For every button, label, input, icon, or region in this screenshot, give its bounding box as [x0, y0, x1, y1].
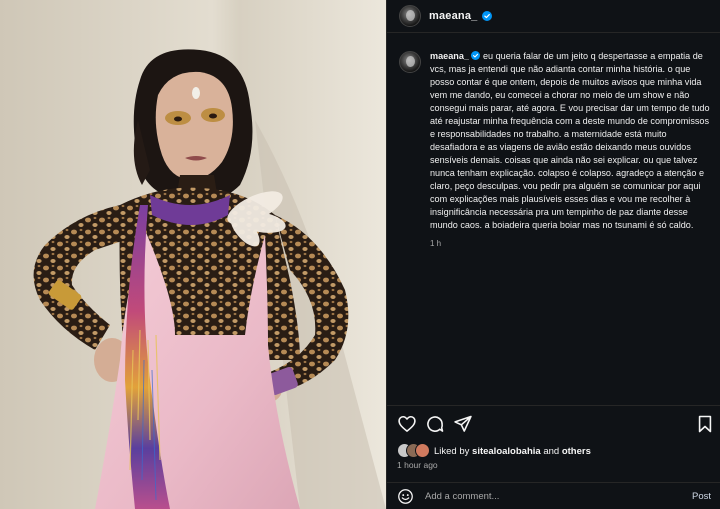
caption-time[interactable]: 1 h	[430, 237, 710, 250]
post-comment-button[interactable]: Post	[692, 491, 711, 502]
verified-badge-icon	[481, 11, 492, 21]
caption-text: eu queria falar de um jeito q despertass…	[430, 51, 710, 230]
caption-avatar[interactable]	[399, 51, 421, 73]
comment-bar: Post	[387, 482, 720, 509]
verified-badge-icon	[470, 51, 480, 60]
send-icon[interactable]	[453, 414, 473, 434]
post-details-panel: maeana_ maeana_ eu queria falar de um jei…	[386, 0, 720, 509]
post-header: maeana_	[387, 0, 720, 33]
bookmark-icon[interactable]	[695, 414, 715, 434]
liked-and: and	[543, 445, 560, 457]
post-photo[interactable]	[0, 0, 386, 509]
profile-avatar[interactable]	[399, 5, 421, 27]
likes-summary: Liked by sitealoalobahia and others	[397, 443, 591, 459]
caption: maeana_ eu queria falar de um jeito q des…	[430, 50, 710, 250]
heart-icon[interactable]	[397, 414, 417, 434]
post-image	[0, 0, 386, 509]
divider	[387, 405, 720, 406]
liked-by-text: Liked by sitealoalobahia and others	[434, 446, 591, 457]
action-bar	[397, 414, 715, 436]
emoji-icon[interactable]	[397, 488, 414, 505]
caption-username[interactable]: maeana_	[430, 51, 469, 61]
instagram-post-view: maeana_ maeana_ eu queria falar de um jei…	[0, 0, 720, 509]
liker-avatars[interactable]	[397, 443, 431, 459]
liked-user-link[interactable]: sitealoalobahia	[472, 446, 541, 457]
liker-avatar	[415, 443, 430, 458]
comment-input[interactable]	[425, 490, 692, 502]
liked-prefix: Liked by	[434, 445, 470, 457]
liked-others-link[interactable]: others	[562, 446, 591, 457]
comment-icon[interactable]	[425, 414, 445, 434]
header-username[interactable]: maeana_	[429, 10, 478, 22]
post-timestamp[interactable]: 1 hour ago	[397, 460, 438, 470]
caption-block: maeana_ eu queria falar de um jeito q des…	[399, 50, 713, 250]
